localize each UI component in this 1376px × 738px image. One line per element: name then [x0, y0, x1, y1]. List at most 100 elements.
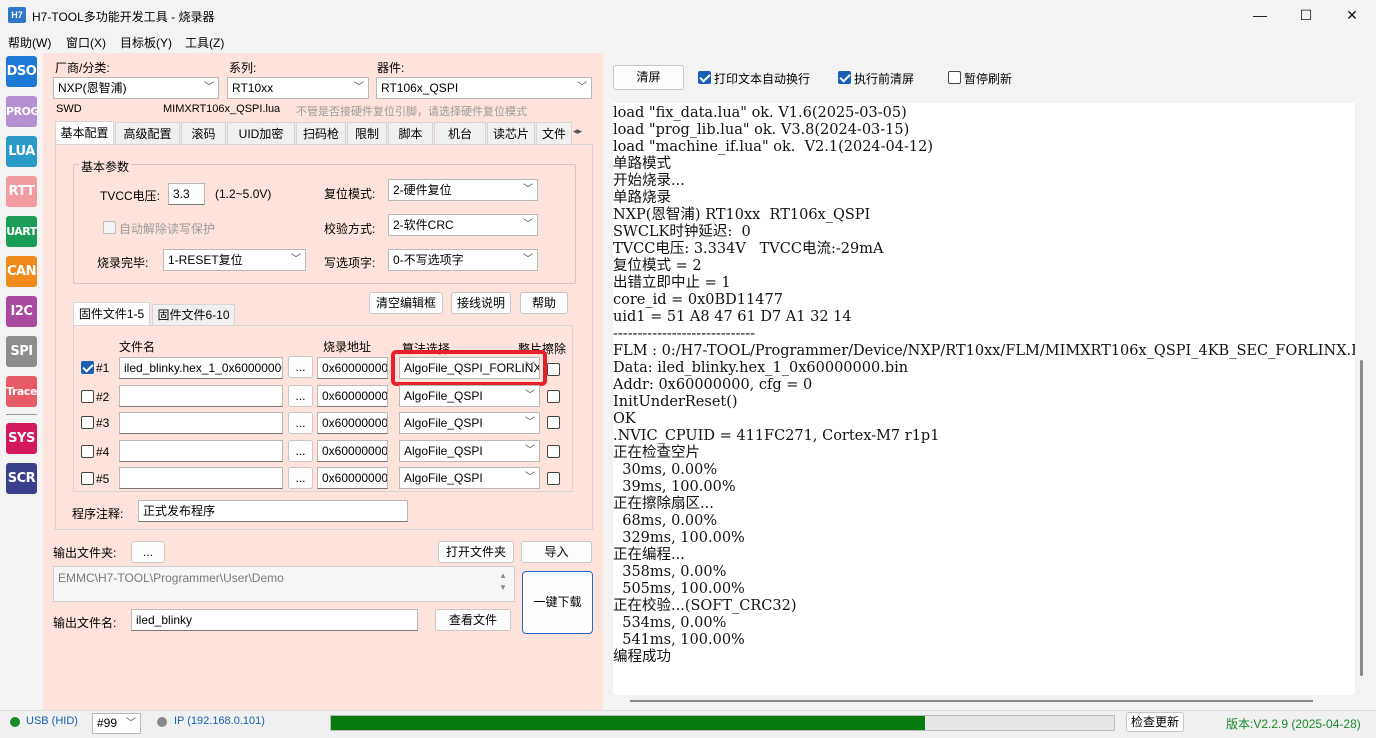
sidebar-can-button[interactable]: CAN [6, 256, 37, 287]
maximize-button[interactable]: ☐ [1283, 0, 1329, 31]
row2-erase-checkbox[interactable] [547, 390, 560, 403]
sidebar-rtt-button[interactable]: RTT [6, 176, 37, 207]
sidebar-sys-button[interactable]: SYS [6, 423, 37, 454]
chevron-down-icon: ﹀ [204, 82, 214, 93]
row5-algorithm-select[interactable]: AlgoFile_QSPI ﹀ [399, 467, 540, 489]
sidebar-divider [6, 414, 37, 415]
tvcc-input[interactable]: 3.3 [168, 183, 205, 205]
wiring-guide-button[interactable]: 接线说明 [451, 292, 511, 314]
row4-browse-button[interactable]: ... [288, 440, 313, 462]
row4-algorithm-select[interactable]: AlgoFile_QSPI ﹀ [399, 440, 540, 462]
row1-erase-checkbox[interactable] [547, 363, 560, 376]
sidebar-spi-button[interactable]: SPI [6, 336, 37, 367]
option-bytes-select[interactable]: 0-不写选项字 ﹀ [388, 249, 538, 271]
row5-erase-checkbox[interactable] [547, 472, 560, 485]
pause-refresh-checkbox[interactable] [948, 71, 961, 84]
row4-address-input[interactable]: 0x60000000 [317, 440, 388, 462]
sidebar-prog-button[interactable]: PROG [6, 96, 39, 127]
comment-input[interactable]: 正式发布程序 [138, 500, 408, 522]
series-select[interactable]: RT10xx ﹀ [227, 77, 369, 99]
clear-before-label: 执行前清屏 [854, 72, 915, 86]
row5-checkbox[interactable] [81, 472, 94, 485]
output-filename-input[interactable]: iled_blinky [131, 609, 418, 631]
tab-firmware-6-10[interactable]: 固件文件6-10 [152, 304, 235, 325]
window-title: H7-TOOL多功能开发工具 - 烧录器 [32, 10, 215, 24]
tab-advanced-config[interactable]: 高级配置 [115, 122, 180, 144]
menu-window[interactable]: 窗口(X) [66, 34, 106, 51]
comment-label: 程序注释: [72, 507, 124, 521]
device-number-value: #99 [97, 716, 118, 730]
row5-address-input[interactable]: 0x60000000 [317, 467, 388, 489]
row1-checkbox[interactable] [81, 361, 94, 374]
menu-help[interactable]: 帮助(W) [8, 34, 51, 51]
minimize-button[interactable]: — [1237, 0, 1283, 31]
tab-firmware-1-5[interactable]: 固件文件1-5 [73, 302, 150, 325]
one-key-download-button[interactable]: 一键下载 [522, 571, 593, 634]
row3-algorithm-select[interactable]: AlgoFile_QSPI ﹀ [399, 412, 540, 434]
close-button[interactable]: ✕ [1329, 0, 1375, 31]
path-scroll-arrows-icon[interactable]: ▲ ▼ [499, 570, 507, 594]
vendor-select[interactable]: NXP(恩智浦) ﹀ [53, 77, 219, 99]
row3-checkbox[interactable] [81, 416, 94, 429]
clear-before-checkbox[interactable] [838, 71, 851, 84]
row3-browse-button[interactable]: ... [288, 412, 313, 434]
col-address: 烧录地址 [323, 340, 372, 354]
clear-editbox-button[interactable]: 清空编辑框 [369, 292, 443, 314]
auto-unprotect-checkbox[interactable] [103, 221, 116, 234]
reset-mode-select[interactable]: 2-硬件复位 ﹀ [388, 179, 538, 201]
sidebar-i2c-button[interactable]: I2C [6, 296, 37, 327]
row2-browse-button[interactable]: ... [288, 385, 313, 407]
log-vertical-scroll-thumb[interactable] [1360, 360, 1363, 676]
tab-rolling-code[interactable]: 滚码 [181, 122, 226, 144]
log-horizontal-scroll-thumb[interactable] [630, 700, 1313, 702]
device-number-select[interactable]: #99 ﹀ [92, 713, 141, 734]
tab-basic-config[interactable]: 基本配置 [55, 121, 114, 145]
menu-target-board[interactable]: 目标板(Y) [120, 34, 172, 51]
reset-mode-value: 2-硬件复位 [393, 183, 452, 197]
row3-filename-input[interactable] [119, 412, 283, 434]
tab-scroll-icon[interactable]: ◂▸ [573, 126, 582, 137]
help-button[interactable]: 帮助 [520, 292, 568, 314]
sidebar-trace-button[interactable]: Trace [6, 376, 37, 407]
row2-address-input[interactable]: 0x60000000 [317, 385, 388, 407]
device-select[interactable]: RT106x_QSPI ﹀ [376, 77, 592, 99]
sidebar-lua-button[interactable]: LUA [6, 136, 37, 167]
tab-scanner[interactable]: 扫码枪 [296, 122, 346, 144]
menu-tools[interactable]: 工具(Z) [185, 34, 224, 51]
sidebar-scr-button[interactable]: SCR [6, 463, 37, 494]
row4-filename-input[interactable] [119, 440, 283, 462]
tab-script[interactable]: 脚本 [388, 122, 433, 144]
verify-select[interactable]: 2-软件CRC ﹀ [388, 214, 538, 236]
row1-browse-button[interactable]: ... [288, 356, 313, 378]
tab-file[interactable]: 文件 [536, 122, 572, 144]
tab-machine[interactable]: 机台 [434, 122, 486, 144]
row4-algorithm-value: AlgoFile_QSPI [404, 444, 483, 458]
autowrap-checkbox[interactable] [698, 71, 711, 84]
row5-filename-input[interactable] [119, 467, 283, 489]
check-update-button[interactable]: 检查更新 [1126, 712, 1184, 732]
finish-select[interactable]: 1-RESET复位 ﹀ [163, 249, 306, 271]
sidebar-dso-button[interactable]: DSO [6, 56, 37, 87]
log-output[interactable]: load "fix_data.lua" ok. V1.6(2025-03-05)… [613, 103, 1355, 695]
row2-algorithm-select[interactable]: AlgoFile_QSPI ﹀ [399, 385, 540, 407]
clear-screen-button[interactable]: 清屏 [613, 65, 684, 90]
row1-filename-input[interactable]: iled_blinky.hex_1_0x60000000.bin [119, 357, 283, 379]
output-filename-label: 输出文件名: [53, 616, 117, 630]
sidebar-uart-button[interactable]: UART [6, 216, 37, 247]
view-file-button[interactable]: 查看文件 [435, 609, 511, 631]
row2-checkbox[interactable] [81, 390, 94, 403]
row3-erase-checkbox[interactable] [547, 416, 560, 429]
tab-uid-encrypt[interactable]: UID加密 [227, 122, 295, 144]
row5-browse-button[interactable]: ... [288, 467, 313, 489]
import-button[interactable]: 导入 [521, 541, 592, 563]
row4-erase-checkbox[interactable] [547, 445, 560, 458]
output-folder-browse-button[interactable]: ... [131, 541, 165, 563]
row4-checkbox[interactable] [81, 445, 94, 458]
open-folder-button[interactable]: 打开文件夹 [438, 541, 514, 563]
row2-filename-input[interactable] [119, 385, 283, 407]
verify-value: 2-软件CRC [393, 218, 454, 232]
tab-limit[interactable]: 限制 [347, 122, 387, 144]
tab-read-chip[interactable]: 读芯片 [487, 122, 535, 144]
row3-address-input[interactable]: 0x60000000 [317, 412, 388, 434]
row1-address-input[interactable]: 0x60000000 [317, 357, 388, 379]
